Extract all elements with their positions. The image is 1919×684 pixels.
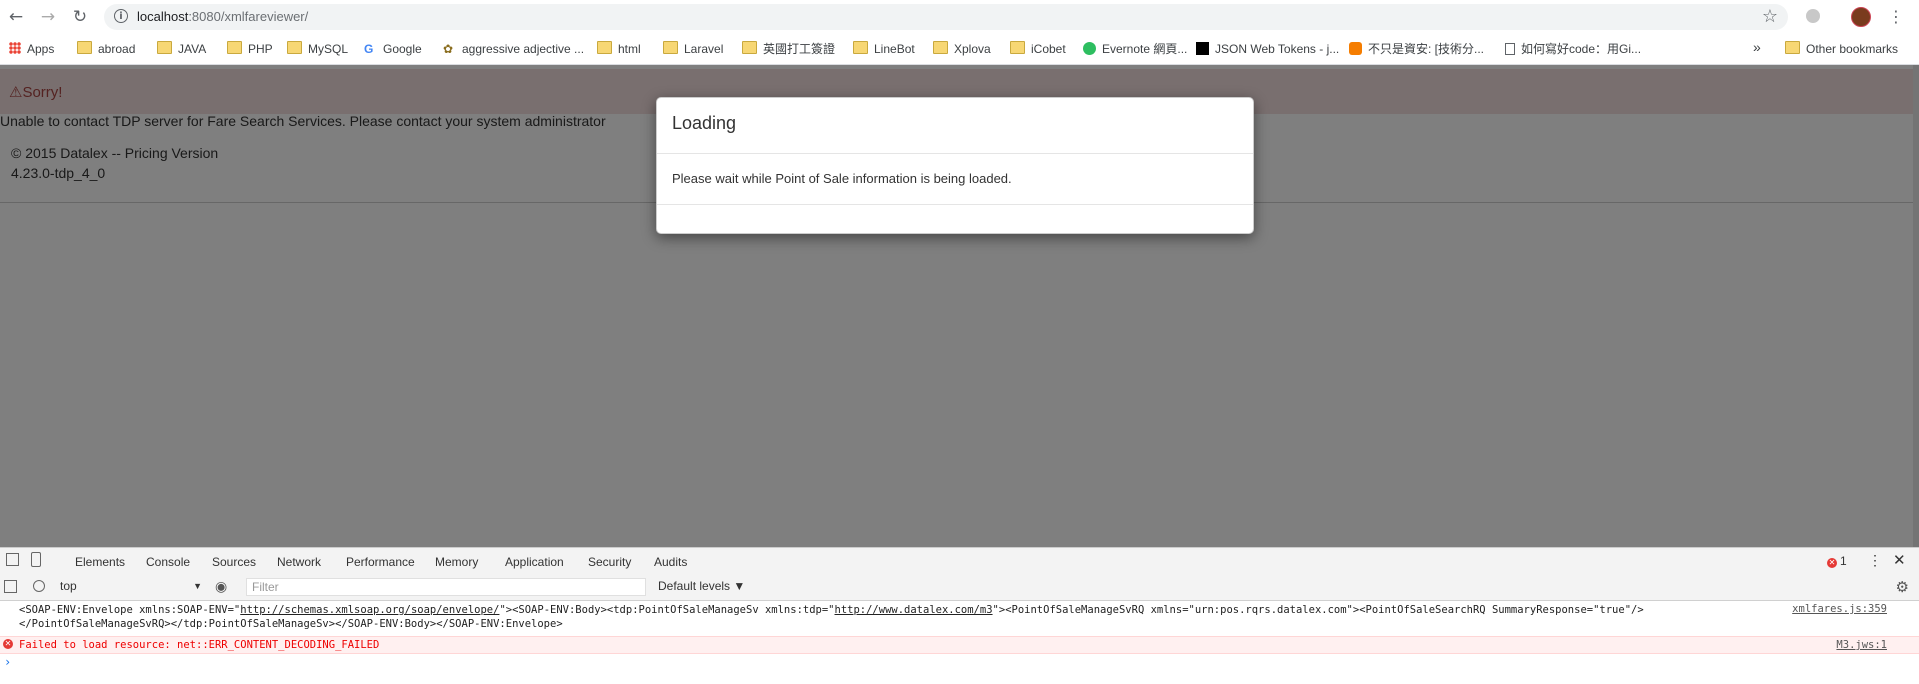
bookmark-icobet[interactable]: iCobet xyxy=(1010,41,1066,57)
bookmark-google[interactable]: G Google xyxy=(364,41,422,57)
bookmark-apps[interactable]: Apps xyxy=(9,41,54,57)
bookmark-aggressive[interactable]: ✿ aggressive adjective ... xyxy=(443,41,584,57)
bookmark-mysql[interactable]: MySQL xyxy=(287,41,348,57)
bookmark-xplova[interactable]: Xplova xyxy=(933,41,991,57)
error-count-badge[interactable]: ✕ 1 xyxy=(1827,554,1847,568)
jwt-icon xyxy=(1196,42,1209,55)
levels-dropdown[interactable]: Default levels ▼ xyxy=(658,579,745,593)
folder-icon xyxy=(597,41,612,54)
url-host: localhost xyxy=(137,9,189,24)
avatar[interactable] xyxy=(1851,7,1871,27)
console-prompt[interactable]: › xyxy=(4,655,11,669)
close-icon[interactable]: ✕ xyxy=(1893,551,1906,569)
bookmark-java[interactable]: JAVA xyxy=(157,41,206,57)
eye-icon[interactable]: ◉ xyxy=(215,578,227,595)
soap-envelope-link[interactable]: http://schemas.xmlsoap.org/soap/envelope… xyxy=(240,604,499,616)
modal-divider xyxy=(657,204,1253,205)
filter-input[interactable]: Filter xyxy=(246,578,646,596)
context-select[interactable]: top ▼ xyxy=(60,579,202,594)
folder-icon xyxy=(77,41,92,54)
inspect-element-icon[interactable] xyxy=(6,553,19,566)
sidebar-toggle-icon[interactable] xyxy=(4,580,17,593)
apps-grid-icon xyxy=(9,42,21,54)
folder-icon xyxy=(742,41,757,54)
folder-icon xyxy=(157,41,172,54)
tab-network[interactable]: Network xyxy=(277,555,321,569)
tab-console[interactable]: Console xyxy=(141,555,195,577)
extension-icon[interactable] xyxy=(1806,9,1820,23)
bookmarks-bar: Apps abroad JAVA PHP MySQL G Google ✿ aggr… xyxy=(0,34,1919,65)
loading-modal: Loading Please wait while Point of Sale … xyxy=(656,97,1254,234)
url-omnibox[interactable]: i localhost:8080/xmlfareviewer/ ☆ xyxy=(104,4,1788,30)
modal-title: Loading xyxy=(672,113,737,133)
folder-icon xyxy=(663,41,678,54)
tab-sources[interactable]: Sources xyxy=(212,555,256,569)
evernote-icon xyxy=(1083,42,1096,55)
google-icon: G xyxy=(364,42,374,56)
tab-performance[interactable]: Performance xyxy=(346,555,415,569)
devtools-tabbar: Elements Console Sources Network Perform… xyxy=(0,548,1919,577)
page-icon xyxy=(1505,43,1515,55)
console-error-text[interactable]: Failed to load resource: net::ERR_CONTEN… xyxy=(19,639,379,651)
bookmark-linebot[interactable]: LineBot xyxy=(853,41,915,57)
settings-gear-icon[interactable]: ⚙ xyxy=(1896,578,1909,596)
folder-icon xyxy=(1010,41,1025,54)
bookmark-star-icon[interactable]: ☆ xyxy=(1762,6,1778,27)
bookmark-jwt[interactable]: JSON Web Tokens - j... xyxy=(1196,41,1339,57)
devtools-panel: Elements Console Sources Network Perform… xyxy=(0,547,1919,684)
bookmark-evernote[interactable]: Evernote 網頁... xyxy=(1083,41,1187,57)
url-path: :8080/xmlfareviewer/ xyxy=(188,9,309,24)
error-icon: ✕ xyxy=(1827,558,1837,568)
tab-audits[interactable]: Audits xyxy=(654,555,687,569)
folder-icon xyxy=(287,41,302,54)
devtools-menu-icon[interactable]: ⋮ xyxy=(1868,552,1882,569)
bookmark-blogger[interactable]: 不只是資安: [技術分... xyxy=(1349,41,1484,57)
bookmark-uk-visa[interactable]: 英國打工簽證 xyxy=(742,41,835,57)
bookmark-other[interactable]: Other bookmarks xyxy=(1785,41,1898,57)
info-icon[interactable]: i xyxy=(114,9,128,23)
datalex-link[interactable]: http://www.datalex.com/m3 xyxy=(835,604,993,616)
blogger-icon xyxy=(1349,42,1362,55)
forward-arrow-icon[interactable]: → xyxy=(38,7,58,27)
console-error-message: ✕ Failed to load resource: net::ERR_CONT… xyxy=(0,636,1919,654)
source-link[interactable]: M3.jws:1 xyxy=(1836,639,1887,651)
modal-body: Please wait while Point of Sale informat… xyxy=(672,171,1012,186)
address-bar-row: ← → ↻ i localhost:8080/xmlfareviewer/ ☆ … xyxy=(0,0,1919,34)
error-icon: ✕ xyxy=(3,639,13,649)
reload-icon[interactable]: ↻ xyxy=(70,7,90,27)
folder-icon xyxy=(1785,41,1800,54)
tab-security[interactable]: Security xyxy=(588,555,631,569)
device-toolbar-icon[interactable] xyxy=(31,552,41,567)
bookmark-abroad[interactable]: abroad xyxy=(77,41,135,57)
source-link[interactable]: xmlfares.js:359 xyxy=(1792,603,1887,615)
bookmark-html[interactable]: html xyxy=(597,41,641,57)
console-toolbar: top ▼ ◉ Filter Default levels ▼ ⚙ xyxy=(0,575,1919,601)
back-arrow-icon[interactable]: ← xyxy=(6,7,26,27)
tab-application[interactable]: Application xyxy=(505,555,564,569)
tab-memory[interactable]: Memory xyxy=(435,555,478,569)
console-message-text[interactable]: <SOAP-ENV:Envelope xmlns:SOAP-ENV="http:… xyxy=(19,603,1779,631)
modal-divider xyxy=(657,153,1253,154)
tab-elements[interactable]: Elements xyxy=(75,555,125,569)
menu-kebab-icon[interactable]: ⋮ xyxy=(1888,6,1904,28)
chevron-down-icon: ▼ xyxy=(193,581,202,591)
folder-icon xyxy=(933,41,948,54)
bookmark-php[interactable]: PHP xyxy=(227,41,273,57)
folder-icon xyxy=(227,41,242,54)
bookmark-laravel[interactable]: Laravel xyxy=(663,41,723,57)
bookmarks-overflow-icon[interactable]: » xyxy=(1753,39,1761,55)
console-message: <SOAP-ENV:Envelope xmlns:SOAP-ENV="http:… xyxy=(0,601,1919,636)
folder-icon xyxy=(853,41,868,54)
site-icon: ✿ xyxy=(443,42,454,56)
clear-console-icon[interactable] xyxy=(33,580,45,592)
bookmark-code[interactable]: 如何寫好code：用Gi... xyxy=(1505,41,1641,57)
